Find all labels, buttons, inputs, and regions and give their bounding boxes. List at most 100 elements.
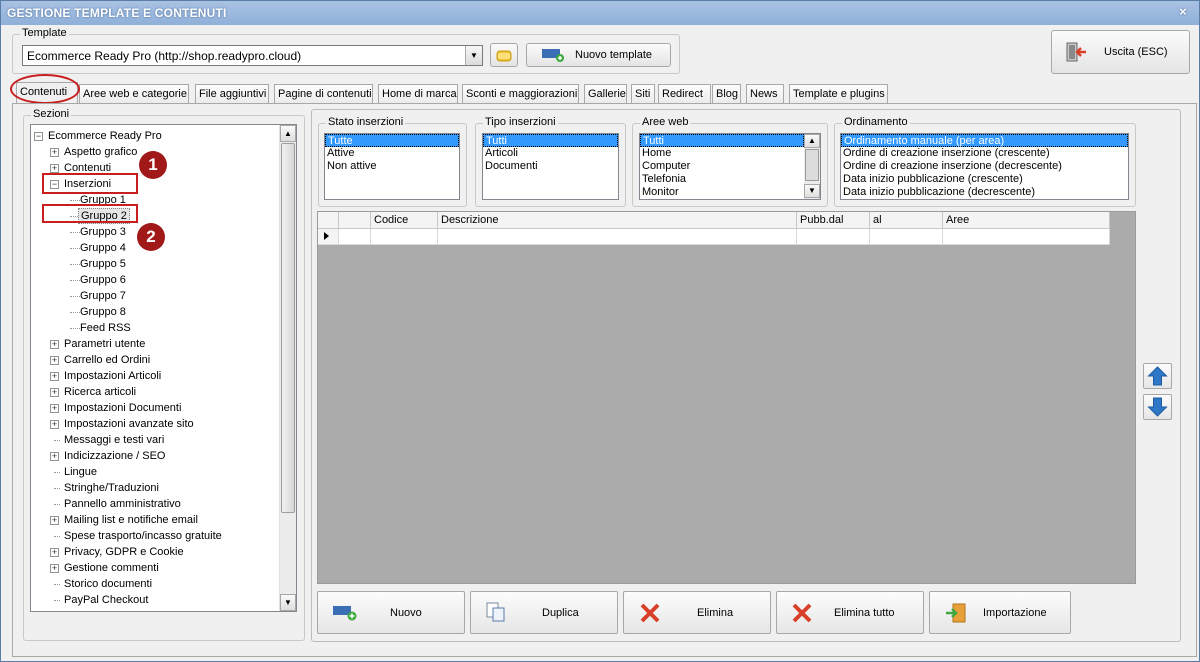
tree-item[interactable]: Storico documenti: [31, 576, 279, 592]
tree-item[interactable]: + Indicizzazione / SEO: [31, 448, 279, 464]
elimina-tutto-button[interactable]: Elimina tutto: [776, 591, 924, 634]
scroll-down-icon[interactable]: ▼: [804, 184, 820, 198]
sections-tree[interactable]: − Ecommerce Ready Pro + Aspetto grafico + Con…: [30, 124, 297, 612]
scroll-up-icon[interactable]: ▲: [280, 125, 296, 142]
list-item[interactable]: Data inizio pubblicazione (crescente): [841, 173, 1128, 186]
list-item[interactable]: Computer: [640, 160, 804, 173]
grid-col-header[interactable]: [339, 212, 371, 229]
list-item[interactable]: Tutti: [483, 134, 618, 147]
tab-redirect[interactable]: Redirect: [658, 84, 711, 103]
tab-pagine-contenuti[interactable]: Pagine di contenuti: [274, 84, 373, 103]
move-up-button[interactable]: [1143, 363, 1172, 389]
chevron-down-icon[interactable]: ▼: [465, 46, 482, 65]
scroll-thumb[interactable]: [805, 149, 819, 181]
grid-cell[interactable]: [797, 229, 870, 245]
tree-item[interactable]: + Impostazioni avanzate sito: [31, 416, 279, 432]
grid-col-header[interactable]: [318, 212, 339, 229]
scroll-thumb[interactable]: [281, 143, 295, 513]
expand-icon[interactable]: +: [50, 164, 59, 173]
template-select[interactable]: Ecommerce Ready Pro (http://shop.readypr…: [22, 45, 483, 66]
scroll-up-icon[interactable]: ▲: [804, 134, 820, 148]
exit-button[interactable]: Uscita (ESC): [1051, 30, 1190, 74]
tree-item[interactable]: Gruppo 8: [31, 304, 279, 320]
grid-cell[interactable]: [339, 229, 371, 245]
new-template-button[interactable]: Nuovo template: [526, 43, 671, 67]
scroll-down-icon[interactable]: ▼: [280, 594, 296, 611]
expand-icon[interactable]: +: [50, 564, 59, 573]
table-row[interactable]: [318, 229, 1110, 245]
tree-item[interactable]: Stringhe/Traduzioni: [31, 480, 279, 496]
tree-item[interactable]: + Impostazioni Documenti: [31, 400, 279, 416]
open-template-button[interactable]: [490, 43, 518, 67]
tipo-listbox[interactable]: Tutti Articoli Documenti: [482, 133, 619, 200]
tree-item[interactable]: + Gestione commenti: [31, 560, 279, 576]
list-item[interactable]: Telefonia: [640, 173, 804, 186]
tree-item[interactable]: Lingue: [31, 464, 279, 480]
move-down-button[interactable]: [1143, 394, 1172, 420]
expand-icon[interactable]: +: [50, 340, 59, 349]
list-item[interactable]: Home: [640, 147, 804, 160]
grid-col-header[interactable]: al: [870, 212, 943, 229]
tab-blog[interactable]: Blog: [712, 84, 741, 103]
tab-siti[interactable]: Siti: [631, 84, 655, 103]
tree-item[interactable]: PayPal Checkout: [31, 592, 279, 608]
inserzioni-grid[interactable]: Codice Descrizione Pubb.dal al Aree: [317, 211, 1136, 584]
list-item[interactable]: Tutte: [325, 134, 459, 147]
tree-item[interactable]: + Mailing list e notifiche email: [31, 512, 279, 528]
tree-item[interactable]: Gruppo 6: [31, 272, 279, 288]
stato-listbox[interactable]: Tutte Attive Non attive: [324, 133, 460, 200]
aree-scrollbar[interactable]: ▲ ▼: [804, 134, 820, 199]
grid-col-header[interactable]: Descrizione: [438, 212, 797, 229]
grid-col-header[interactable]: Codice: [371, 212, 438, 229]
tree-item[interactable]: + Parametri utente: [31, 336, 279, 352]
expand-icon[interactable]: +: [50, 148, 59, 157]
grid-cell[interactable]: [371, 229, 438, 245]
expand-icon[interactable]: +: [50, 548, 59, 557]
tree-item[interactable]: Spese trasporto/incasso gratuite: [31, 528, 279, 544]
tab-gallerie[interactable]: Gallerie: [584, 84, 627, 103]
list-item[interactable]: Tutti: [640, 134, 804, 147]
expand-icon[interactable]: +: [50, 452, 59, 461]
tab-aree-web[interactable]: Aree web e categorie: [79, 84, 189, 103]
tab-file-aggiuntivi[interactable]: File aggiuntivi: [195, 84, 269, 103]
list-item[interactable]: Non attive: [325, 160, 459, 173]
grid-col-header[interactable]: Aree: [943, 212, 1110, 229]
expand-icon[interactable]: +: [50, 372, 59, 381]
tree-item[interactable]: Messaggi e testi vari: [31, 432, 279, 448]
grid-cell[interactable]: [438, 229, 797, 245]
list-item[interactable]: Monitor: [640, 186, 804, 199]
list-item[interactable]: Ordine di creazione inserzione (decresce…: [841, 160, 1128, 173]
tree-item[interactable]: + Carrello ed Ordini: [31, 352, 279, 368]
expand-icon[interactable]: +: [50, 516, 59, 525]
list-item[interactable]: Documenti: [483, 160, 618, 173]
tab-template-plugins[interactable]: Template e plugins: [789, 84, 888, 103]
expand-icon[interactable]: +: [50, 404, 59, 413]
tree-item[interactable]: + Privacy, GDPR e Cookie: [31, 544, 279, 560]
list-item[interactable]: Attive: [325, 147, 459, 160]
tree-item[interactable]: − Ecommerce Ready Pro: [31, 128, 279, 144]
expand-icon[interactable]: +: [50, 356, 59, 365]
duplica-button[interactable]: Duplica: [470, 591, 618, 634]
expand-icon[interactable]: +: [50, 388, 59, 397]
tree-scrollbar[interactable]: ▲ ▼: [279, 125, 296, 611]
grid-col-header[interactable]: Pubb.dal: [797, 212, 870, 229]
importazione-button[interactable]: Importazione: [929, 591, 1071, 634]
close-icon[interactable]: ×: [1175, 4, 1191, 20]
tree-item[interactable]: Pannello amministrativo: [31, 496, 279, 512]
expand-icon[interactable]: +: [50, 420, 59, 429]
grid-cell[interactable]: [943, 229, 1110, 245]
grid-cell[interactable]: [870, 229, 943, 245]
list-item[interactable]: Data inizio pubblicazione (decrescente): [841, 186, 1128, 199]
tree-item[interactable]: Gruppo 5: [31, 256, 279, 272]
tab-home-marca[interactable]: Home di marca: [378, 84, 458, 103]
tab-news[interactable]: News: [746, 84, 784, 103]
collapse-icon[interactable]: −: [34, 132, 43, 141]
ordinamento-listbox[interactable]: Ordinamento manuale (per area) Ordine di…: [840, 133, 1129, 200]
list-item[interactable]: Ordine di creazione inserzione (crescent…: [841, 147, 1128, 160]
tree-item[interactable]: + Impostazioni Articoli: [31, 368, 279, 384]
nuovo-button[interactable]: Nuovo: [317, 591, 465, 634]
list-item[interactable]: Articoli: [483, 147, 618, 160]
elimina-button[interactable]: Elimina: [623, 591, 771, 634]
list-item[interactable]: Ordinamento manuale (per area): [841, 134, 1128, 147]
tree-item[interactable]: + Ricerca articoli: [31, 384, 279, 400]
